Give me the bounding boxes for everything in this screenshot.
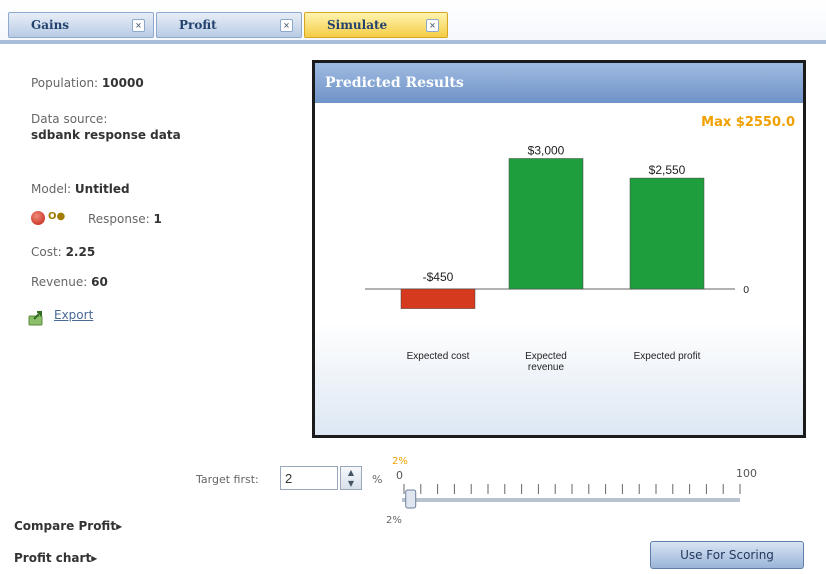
category-label-1: Expected bbox=[525, 351, 567, 362]
bar-0 bbox=[400, 288, 476, 309]
expand-arrow-icon: ▸ bbox=[116, 519, 123, 533]
profit-chart-link[interactable]: Profit chart▸ bbox=[14, 551, 97, 565]
spinner-up-icon[interactable]: ▲ bbox=[341, 467, 361, 478]
bar-value-label-0: -$450 bbox=[423, 270, 454, 284]
tab-simulate-label: Simulate bbox=[327, 18, 388, 32]
response-label: Response: bbox=[88, 212, 150, 226]
revenue-label: Revenue: bbox=[31, 275, 88, 289]
tab-gains-label: Gains bbox=[31, 18, 70, 32]
tab-bar: Gains × Profit × Simulate × bbox=[0, 0, 826, 44]
response-toggle-icon[interactable]: O● bbox=[48, 211, 65, 222]
model-row: Model: Untitled bbox=[31, 182, 130, 196]
tab-simulate[interactable]: Simulate × bbox=[304, 12, 448, 38]
cost-label: Cost: bbox=[31, 245, 62, 259]
tab-gains[interactable]: Gains × bbox=[8, 12, 154, 38]
model-label: Model: bbox=[31, 182, 72, 196]
export-icon[interactable] bbox=[28, 310, 46, 326]
cost-value: 2.25 bbox=[65, 245, 96, 259]
slider-min-label: 0 bbox=[396, 470, 403, 482]
target-spinner[interactable]: ▲ ▼ bbox=[340, 466, 362, 490]
export-link[interactable]: Export bbox=[54, 308, 93, 322]
panel-title: Predicted Results bbox=[315, 63, 803, 103]
data-source-label: Data source: bbox=[31, 112, 108, 126]
cost-row: Cost: 2.25 bbox=[31, 245, 95, 259]
zero-axis-label: 0 bbox=[743, 285, 749, 296]
revenue-row: Revenue: 60 bbox=[31, 275, 108, 289]
slider-max-label: 100 bbox=[736, 467, 757, 480]
expand-arrow-icon: ▸ bbox=[91, 551, 98, 565]
response-value: 1 bbox=[153, 212, 162, 226]
predicted-results-panel: Predicted Results Max $2550.0 0 -$450 Expe… bbox=[312, 60, 806, 438]
compare-profit-link[interactable]: Compare Profit▸ bbox=[14, 519, 122, 533]
response-row: Response: 1 bbox=[88, 212, 162, 226]
category-label-1: revenue bbox=[528, 362, 565, 373]
category-label-0: Expected cost bbox=[407, 351, 470, 362]
use-for-scoring-button[interactable]: Use For Scoring bbox=[650, 541, 804, 569]
compare-profit-label: Compare Profit bbox=[14, 519, 117, 533]
results-bar-chart: 0 -$450 Expected cost $3,000 Expectedrevenue… bbox=[365, 144, 749, 373]
bar-value-label-2: $2,550 bbox=[649, 163, 686, 177]
close-icon[interactable]: × bbox=[426, 19, 439, 32]
spinner-down-icon[interactable]: ▼ bbox=[341, 478, 361, 489]
slider-value-label: 2% bbox=[386, 515, 402, 526]
close-icon[interactable]: × bbox=[132, 19, 145, 32]
target-first-label: Target first: bbox=[196, 473, 259, 486]
category-label-2: Expected profit bbox=[634, 351, 701, 362]
percent-sign: % bbox=[372, 473, 383, 486]
population-value: 10000 bbox=[101, 76, 144, 90]
tab-profit[interactable]: Profit × bbox=[156, 12, 302, 38]
target-slider[interactable]: 0 bbox=[396, 470, 756, 512]
response-status-icon bbox=[31, 211, 45, 225]
bar-1 bbox=[508, 158, 584, 290]
target-first-input[interactable] bbox=[280, 466, 338, 490]
slider-thumb[interactable] bbox=[405, 489, 417, 509]
population-label: Population: bbox=[31, 76, 99, 90]
model-value: Untitled bbox=[74, 182, 130, 196]
slider-ticks bbox=[403, 484, 741, 494]
revenue-value: 60 bbox=[91, 275, 108, 289]
data-source-value: sdbank response data bbox=[31, 128, 181, 142]
population-row: Population: 10000 bbox=[31, 76, 144, 90]
close-icon[interactable]: × bbox=[280, 19, 293, 32]
profit-chart-label: Profit chart bbox=[14, 551, 92, 565]
tab-profit-label: Profit bbox=[179, 18, 217, 32]
slider-current-value: 2% bbox=[392, 456, 408, 467]
bar-value-label-1: $3,000 bbox=[528, 144, 565, 158]
bar-2 bbox=[629, 177, 705, 290]
